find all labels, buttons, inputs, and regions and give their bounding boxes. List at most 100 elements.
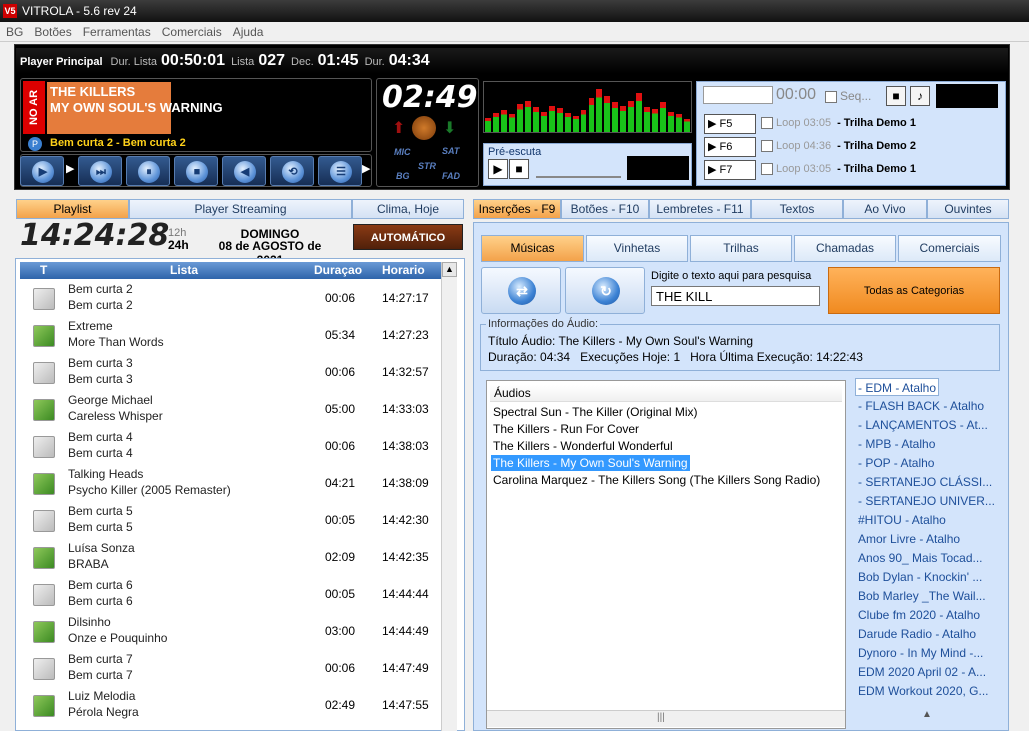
fad-button[interactable]: FAD — [442, 171, 460, 181]
col-duracao[interactable]: Duraçao — [314, 263, 362, 277]
menu-botoes[interactable]: Botões — [28, 22, 76, 39]
all-categories-button[interactable]: Todas as Categorias — [828, 267, 1000, 314]
tab-comerciais[interactable]: Comerciais — [898, 235, 1001, 262]
audio-list-header[interactable]: Áudios — [490, 385, 842, 402]
category-item[interactable]: - MPB - Atalho — [858, 435, 935, 453]
bg-button[interactable]: BG — [396, 171, 410, 181]
list-item[interactable]: The Killers - My Own Soul's Warning — [491, 455, 690, 471]
menu-bg[interactable]: BG — [0, 22, 28, 39]
audio-list-hscrollbar[interactable]: ||| — [487, 710, 845, 727]
mic-button[interactable]: MIC — [394, 147, 411, 157]
previous-button[interactable]: ◀ — [222, 156, 266, 186]
category-item[interactable]: Clube fm 2020 - Atalho — [858, 606, 980, 624]
tab-vinhetas[interactable]: Vinhetas — [586, 235, 688, 262]
f7-button[interactable]: ▶ F7 — [704, 160, 756, 180]
scroll-up-icon[interactable]: ▲ — [442, 262, 457, 277]
table-row[interactable]: Bem curta 2 Bem curta 2 00:06 14:27:17 — [22, 280, 442, 317]
category-item[interactable]: EDM 2020 April 02 - A... — [858, 663, 986, 681]
arrow-down-icon[interactable]: ⬇ — [443, 118, 456, 138]
table-row[interactable]: Bem curta 5 Bem curta 5 00:05 14:42:30 — [22, 502, 442, 539]
pause-button[interactable]: ⏸ — [126, 156, 170, 186]
row-time: 14:44:49 — [382, 624, 429, 638]
refresh-button[interactable]: ↻ — [565, 267, 645, 314]
category-item[interactable]: Bob Marley _The Wail... — [858, 587, 986, 605]
arrow-up-icon[interactable]: ⬆ — [392, 118, 405, 138]
category-item[interactable]: Bob Dylan - Knockin' ... — [858, 568, 982, 586]
sat-button[interactable]: SAT — [442, 146, 459, 156]
seq-check[interactable] — [825, 90, 837, 103]
f6-button[interactable]: ▶ F6 — [704, 137, 756, 157]
format-24h[interactable]: 24h — [168, 238, 189, 252]
swap-button[interactable]: ⇄ — [481, 267, 561, 314]
str-button[interactable]: STR — [418, 161, 436, 171]
transport-more-icon[interactable]: ▶ — [362, 162, 370, 175]
category-item[interactable]: #HITOU - Atalho — [858, 511, 946, 529]
tab-botoes[interactable]: Botões - F10 — [561, 199, 649, 219]
category-item[interactable]: Dynoro - In My Mind -... — [858, 644, 983, 662]
col-horario[interactable]: Horario — [382, 263, 425, 277]
playlist-button[interactable]: ☰ — [318, 156, 362, 186]
col-lista[interactable]: Lista — [170, 263, 198, 277]
table-row[interactable]: Bem curta 6 Bem curta 6 00:05 14:44:44 — [22, 576, 442, 613]
loop-button[interactable]: ⟲ — [270, 156, 314, 186]
table-row[interactable]: George Michael Careless Whisper 05:00 14:33… — [22, 391, 442, 428]
seq-checkbox[interactable]: Seq... — [825, 89, 871, 103]
category-item[interactable]: Amor Livre - Atalho — [858, 530, 960, 548]
next-button[interactable]: ⏭ — [78, 156, 122, 186]
tab-chamadas[interactable]: Chamadas — [794, 235, 896, 262]
category-item[interactable]: - SERTANEJO CLÁSSI... — [858, 473, 992, 491]
category-item[interactable]: Anos 90_ Mais Tocad... — [858, 549, 983, 567]
col-t[interactable]: T — [40, 263, 47, 277]
tab-lembretes[interactable]: Lembretes - F11 — [649, 199, 751, 219]
pre-play-button[interactable]: ▶ — [488, 159, 508, 179]
table-row[interactable]: Dilsinho Onze e Pouquinho 03:00 14:44:49 — [22, 613, 442, 650]
tab-insercoes[interactable]: Inserções - F9 — [473, 199, 561, 219]
play-next-small-icon[interactable]: ▶ — [66, 162, 74, 175]
tab-musicas[interactable]: Músicas — [481, 235, 584, 262]
play-button[interactable]: ▶ — [20, 156, 64, 186]
tab-trilhas[interactable]: Trilhas — [690, 235, 792, 262]
category-item[interactable]: - FLASH BACK - Atalho — [858, 397, 984, 415]
menu-ajuda[interactable]: Ajuda — [227, 22, 269, 39]
table-row[interactable]: Luísa Sonza BRABA 02:09 14:42:35 — [22, 539, 442, 576]
list-item[interactable]: Spectral Sun - The Killer (Original Mix) — [491, 404, 700, 420]
tab-clima-hoje[interactable]: Clima, Hoje — [352, 199, 464, 219]
loop-checkbox[interactable] — [761, 140, 773, 153]
tab-ao-vivo[interactable]: Ao Vivo — [843, 199, 927, 219]
list-item[interactable]: The Killers - Wonderful Wonderful — [491, 438, 675, 454]
speaker-icon[interactable]: ♪ — [910, 86, 930, 106]
table-row[interactable]: Talking Heads Psycho Killer (2005 Remaste… — [22, 465, 442, 502]
list-item[interactable]: The Killers - Run For Cover — [491, 421, 641, 437]
category-item[interactable]: EDM Workout 2020, G... — [858, 682, 989, 700]
f5-button[interactable]: ▶ F5 — [704, 114, 756, 134]
instant-input[interactable] — [703, 86, 773, 104]
stop-button[interactable]: ■ — [174, 156, 218, 186]
table-row[interactable]: Bem curta 4 Bem curta 4 00:06 14:38:03 — [22, 428, 442, 465]
tab-ouvintes[interactable]: Ouvintes — [927, 199, 1009, 219]
category-item[interactable]: - EDM - Atalho — [855, 378, 940, 396]
table-row[interactable]: Bem curta 3 Bem curta 3 00:06 14:32:57 — [22, 354, 442, 391]
table-row[interactable]: Extreme More Than Words 05:34 14:27:23 — [22, 317, 442, 354]
tab-playlist[interactable]: Playlist — [16, 199, 129, 219]
menu-comerciais[interactable]: Comerciais — [156, 22, 227, 39]
tab-player-streaming[interactable]: Player Streaming — [129, 199, 352, 219]
vu-bar — [588, 98, 595, 132]
instant-stop-button[interactable]: ■ — [886, 86, 906, 106]
category-item[interactable]: Darude Radio - Atalho — [858, 625, 976, 643]
category-item[interactable]: - LANÇAMENTOS - At... — [858, 416, 988, 434]
menu-ferramentas[interactable]: Ferramentas — [77, 22, 156, 39]
category-item[interactable]: - POP - Atalho — [858, 454, 934, 472]
table-row[interactable]: Luiz Melodia Pérola Negra 02:49 14:47:55 — [22, 687, 442, 724]
search-input[interactable] — [651, 286, 820, 306]
pre-stop-button[interactable]: ■ — [509, 159, 529, 179]
tab-textos[interactable]: Textos — [751, 199, 843, 219]
table-row[interactable]: Bem curta 7 Bem curta 7 00:06 14:47:49 — [22, 650, 442, 687]
loop-checkbox[interactable] — [761, 163, 773, 176]
loop-checkbox[interactable] — [761, 117, 773, 130]
category-item[interactable]: - SERTANEJO UNIVER... — [858, 492, 995, 510]
category-scroll-up-icon[interactable]: ▲ — [922, 709, 932, 720]
list-item[interactable]: Carolina Marquez - The Killers Song (The… — [491, 472, 822, 488]
pre-escuta-slider[interactable] — [536, 160, 621, 178]
automatic-mode-button[interactable]: AUTOMÁTICO — [353, 224, 463, 250]
playlist-scrollbar[interactable]: ▲ — [441, 262, 457, 731]
